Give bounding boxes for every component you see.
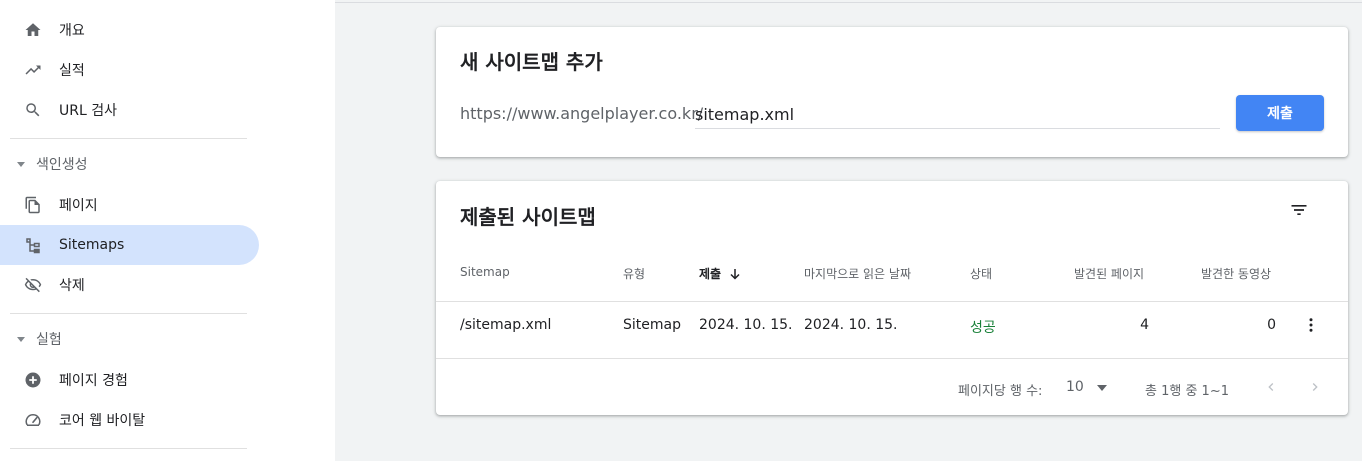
chevron-left-icon[interactable] bbox=[1260, 376, 1282, 398]
nav-page-experience[interactable]: 페이지 경험 bbox=[0, 360, 259, 400]
chevron-right-icon[interactable] bbox=[1304, 376, 1326, 398]
submitted-sitemaps-card: 제출된 사이트맵 Sitemap 유형 제출 마지막으로 읽은 날짜 상태 발견… bbox=[436, 181, 1348, 415]
rows-per-page-select[interactable]: 10 bbox=[1066, 377, 1122, 399]
column-header-type[interactable]: 유형 bbox=[623, 265, 645, 282]
pagination-range: 총 1행 중 1~1 bbox=[1145, 384, 1229, 399]
column-header-status[interactable]: 상태 bbox=[970, 265, 992, 282]
sitemap-url-input[interactable] bbox=[695, 101, 1220, 129]
caret-down-icon bbox=[16, 334, 26, 344]
more-vert-icon[interactable] bbox=[1302, 314, 1320, 336]
section-experience-label: 실험 bbox=[36, 332, 62, 348]
sidebar-divider bbox=[10, 138, 247, 139]
submit-button[interactable]: 제출 bbox=[1236, 95, 1324, 131]
speed-gauge-icon bbox=[22, 409, 44, 431]
column-header-submitted-label: 제출 bbox=[699, 267, 722, 281]
nav-page-experience-label: 페이지 경험 bbox=[59, 373, 128, 389]
column-header-submitted[interactable]: 제출 bbox=[699, 265, 741, 282]
column-header-sitemap[interactable]: Sitemap bbox=[460, 265, 510, 279]
cell-pages: 4 bbox=[1140, 317, 1149, 333]
nav-removals-label: 삭제 bbox=[59, 278, 85, 294]
section-indexing-label: 색인생성 bbox=[36, 157, 88, 173]
nav-overview-label: 개요 bbox=[59, 23, 85, 39]
cell-type: Sitemap bbox=[623, 317, 681, 333]
cell-videos: 0 bbox=[1267, 317, 1276, 333]
cell-submitted: 2024. 10. 15. bbox=[699, 317, 793, 333]
column-header-last-read[interactable]: 마지막으로 읽은 날짜 bbox=[804, 265, 911, 282]
cell-sitemap[interactable]: /sitemap.xml bbox=[460, 317, 551, 333]
nav-pages[interactable]: 페이지 bbox=[0, 185, 259, 225]
nav-url-inspection[interactable]: URL 검사 bbox=[0, 90, 259, 130]
nav-core-web-vitals[interactable]: 코어 웹 바이탈 bbox=[0, 400, 259, 440]
top-divider bbox=[335, 2, 1362, 3]
column-header-discovered-pages[interactable]: 발견된 페이지 bbox=[1074, 265, 1144, 282]
add-circle-icon bbox=[22, 369, 44, 391]
add-sitemap-card: 새 사이트맵 추가 https://www.angelplayer.co.kr/… bbox=[436, 27, 1348, 157]
cell-status: 성공 bbox=[970, 320, 996, 336]
column-header-discovered-videos[interactable]: 발견한 동영상 bbox=[1201, 265, 1271, 282]
home-icon bbox=[22, 19, 44, 41]
search-icon bbox=[22, 99, 44, 121]
add-sitemap-title: 새 사이트맵 추가 bbox=[460, 50, 603, 74]
nav-sitemaps[interactable]: Sitemaps bbox=[0, 225, 259, 265]
section-experience-toggle[interactable]: 실험 bbox=[0, 324, 259, 354]
section-indexing-toggle[interactable]: 색인생성 bbox=[0, 149, 259, 179]
nav-pages-label: 페이지 bbox=[59, 198, 98, 214]
caret-down-icon bbox=[1097, 385, 1107, 391]
table-header-divider bbox=[436, 301, 1348, 302]
table-row-divider bbox=[436, 358, 1348, 359]
sitemap-icon bbox=[22, 234, 44, 256]
caret-down-icon bbox=[16, 159, 26, 169]
nav-url-inspection-label: URL 검사 bbox=[59, 103, 117, 119]
filter-icon[interactable] bbox=[1287, 198, 1311, 222]
nav-sitemaps-label: Sitemaps bbox=[59, 237, 125, 253]
trending-up-icon bbox=[22, 59, 44, 81]
site-url-prefix: https://www.angelplayer.co.kr/ bbox=[460, 104, 704, 123]
sidebar: 개요 실적 URL 검사 색인생성 페이지 Sitemaps 삭제 실험 페이지… bbox=[0, 0, 335, 461]
nav-performance[interactable]: 실적 bbox=[0, 50, 259, 90]
submitted-sitemaps-title: 제출된 사이트맵 bbox=[460, 205, 596, 229]
nav-performance-label: 실적 bbox=[59, 63, 85, 79]
arrow-down-icon bbox=[730, 269, 740, 280]
pages-icon bbox=[22, 194, 44, 216]
sidebar-divider bbox=[10, 448, 247, 449]
rows-per-page-value: 10 bbox=[1066, 379, 1084, 395]
nav-removals[interactable]: 삭제 bbox=[0, 265, 259, 305]
cell-last-read: 2024. 10. 15. bbox=[804, 317, 898, 333]
eye-off-icon bbox=[22, 274, 44, 296]
nav-overview[interactable]: 개요 bbox=[0, 10, 259, 50]
sidebar-divider bbox=[10, 313, 247, 314]
rows-per-page-label: 페이지당 행 수: bbox=[958, 384, 1043, 399]
nav-core-web-vitals-label: 코어 웹 바이탈 bbox=[59, 413, 146, 429]
